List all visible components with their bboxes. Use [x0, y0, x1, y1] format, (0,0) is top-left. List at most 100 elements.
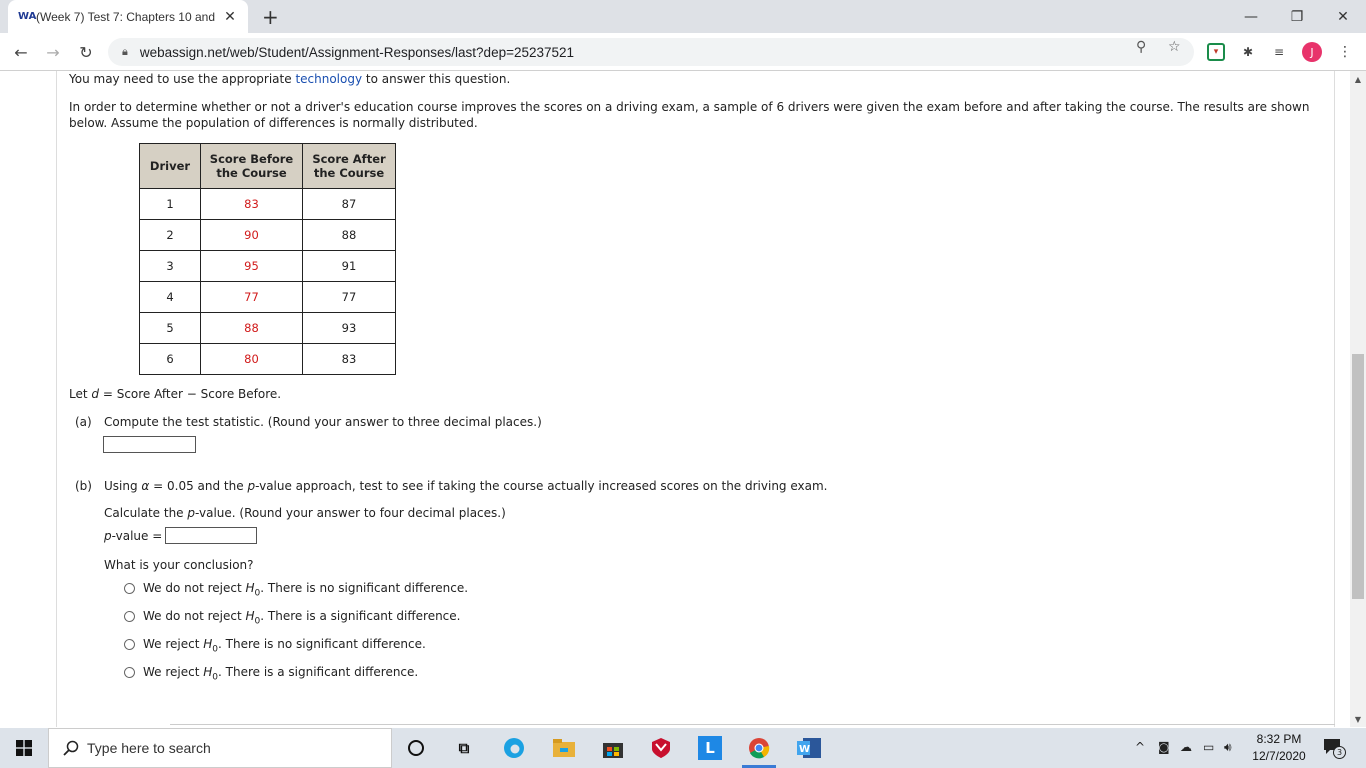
clock-time: 8:32 PM — [1256, 732, 1302, 746]
word-icon[interactable]: W — [796, 736, 822, 760]
after-cell: 87 — [302, 188, 396, 220]
show-hidden-icons-icon[interactable]: ^ — [1135, 740, 1145, 754]
minimize-button[interactable]: — — [1228, 0, 1274, 33]
before-cell: 95 — [200, 250, 303, 282]
conclusion-radio-1[interactable] — [124, 583, 135, 594]
header-score-after: Score After the Course — [302, 143, 396, 189]
conclusion-option-2[interactable]: We do not reject H0. There is a signific… — [143, 609, 460, 626]
notification-count-badge: 3 — [1333, 746, 1346, 759]
back-button[interactable]: ← — [10, 41, 32, 63]
option-text: . There is a significant difference. — [260, 609, 461, 623]
chrome-icon[interactable] — [746, 736, 772, 760]
browser-tab[interactable]: WA (Week 7) Test 7: Chapters 10 and ✕ — [8, 0, 248, 33]
task-view-icon[interactable]: ⧉ — [451, 736, 477, 760]
extension-shield-icon[interactable]: ▾ — [1207, 43, 1225, 61]
edge-browser-icon[interactable] — [501, 736, 527, 760]
battery-icon[interactable]: ▭ — [1203, 740, 1214, 754]
pvalue-label: p-value = — [104, 529, 162, 543]
part-b-text: -value approach, test to see if taking t… — [255, 479, 828, 493]
test-statistic-input[interactable] — [103, 436, 196, 453]
calc-text: Calculate the — [104, 506, 188, 520]
file-explorer-icon[interactable] — [551, 736, 577, 760]
h-symbol: H — [203, 665, 213, 679]
let-suffix: = Score After − Score Before. — [99, 387, 282, 401]
calc-text: -value. (Round your answer to four decim… — [195, 506, 506, 520]
p-symbol: p — [187, 506, 195, 520]
reload-button[interactable]: ↻ — [75, 41, 97, 63]
table-row: 3 95 91 — [139, 250, 396, 282]
before-cell: 83 — [200, 188, 303, 220]
option-text: We do not reject — [143, 581, 246, 595]
conclusion-radio-2[interactable] — [124, 611, 135, 622]
h-symbol: H — [203, 637, 213, 651]
conclusion-option-3[interactable]: We reject H0. There is no significant di… — [143, 637, 426, 654]
section-divider — [170, 724, 1335, 725]
technology-link[interactable]: technology — [295, 72, 362, 86]
option-text: . There is a significant difference. — [218, 665, 419, 679]
close-icon: ✕ — [1337, 8, 1349, 25]
option-text: We reject — [143, 637, 204, 651]
after-cell: 77 — [302, 281, 396, 313]
bookmark-star-icon[interactable]: ☆ — [1168, 39, 1181, 55]
cortana-icon[interactable] — [403, 736, 429, 760]
menu-kebab-icon[interactable]: ⋮ — [1336, 43, 1354, 61]
reading-list-icon[interactable]: ≡ — [1270, 43, 1288, 61]
address-bar[interactable]: 🔒︎ webassign.net/web/Student/Assignment-… — [108, 38, 1194, 66]
conclusion-radio-4[interactable] — [124, 667, 135, 678]
header-driver: Driver — [139, 143, 201, 189]
table-row: 6 80 83 — [139, 343, 396, 375]
forward-button[interactable]: → — [42, 41, 64, 63]
driver-cell: 3 — [139, 250, 201, 282]
driver-cell: 2 — [139, 219, 201, 251]
restore-button[interactable]: ❐ — [1274, 0, 1320, 33]
d-variable: d — [91, 387, 100, 401]
lock-icon: 🔒︎ — [122, 45, 128, 58]
conclusion-radio-3[interactable] — [124, 639, 135, 650]
header-score-before: Score Before the Course — [200, 143, 303, 189]
store-icon[interactable] — [600, 736, 626, 760]
scroll-up-icon[interactable]: ▲ — [1350, 75, 1366, 84]
pvalue-label-text: -value = — [111, 529, 163, 543]
search-icon — [63, 740, 79, 756]
table-row: 1 83 87 — [139, 188, 396, 220]
scrollbar-thumb[interactable] — [1352, 354, 1364, 599]
tab-close-icon[interactable]: ✕ — [222, 9, 238, 25]
scroll-down-icon[interactable]: ▼ — [1350, 715, 1366, 724]
start-button[interactable] — [0, 728, 48, 768]
part-b-text: Using — [104, 479, 142, 493]
minimize-icon: — — [1244, 8, 1258, 25]
onedrive-icon[interactable]: ☁ — [1180, 740, 1192, 754]
let-d-definition: Let d = Score After − Score Before. — [69, 387, 281, 401]
conclusion-option-1[interactable]: We do not reject H0. There is no signifi… — [143, 581, 468, 598]
driver-cell: 4 — [139, 281, 201, 313]
p-symbol: p — [247, 479, 256, 493]
volume-icon[interactable]: 🔊︎ — [1224, 740, 1232, 755]
mcafee-icon[interactable] — [648, 736, 674, 760]
before-cell: 80 — [200, 343, 303, 375]
conclusion-prompt: What is your conclusion? — [104, 558, 254, 572]
pvalue-input[interactable] — [165, 527, 257, 544]
conclusion-option-4[interactable]: We reject H0. There is a significant dif… — [143, 665, 418, 682]
page-content: You may need to use the appropriate tech… — [0, 71, 1350, 727]
lockdown-browser-icon[interactable]: L — [698, 736, 722, 760]
part-a-label: (a) — [75, 415, 92, 429]
intro-text: You may need to use the appropriate — [69, 72, 292, 86]
profile-avatar[interactable]: J — [1302, 42, 1322, 62]
part-b-label: (b) — [75, 479, 92, 493]
taskbar-search[interactable]: Type here to search — [48, 728, 392, 768]
windows-taskbar: Type here to search ⧉ L W ^ ◙ ☁ ▭ 🔊︎ 8:3… — [0, 728, 1366, 768]
notifications-button[interactable]: 3 — [1323, 738, 1346, 759]
zoom-icon[interactable]: ⚲ — [1136, 39, 1146, 55]
after-cell: 83 — [302, 343, 396, 375]
new-tab-button[interactable]: + — [262, 5, 279, 29]
page-scrollbar[interactable]: ▲ ▼ — [1350, 71, 1366, 727]
restore-icon: ❐ — [1290, 8, 1304, 25]
svg-text:W: W — [799, 744, 810, 755]
system-clock[interactable]: 8:32 PM 12/7/2020 — [1248, 731, 1310, 765]
reload-icon: ↻ — [79, 42, 93, 62]
meet-now-icon[interactable]: ◙ — [1158, 740, 1170, 754]
after-cell: 93 — [302, 312, 396, 344]
technology-note: You may need to use the appropriate tech… — [69, 72, 510, 86]
close-window-button[interactable]: ✕ — [1320, 0, 1366, 33]
extensions-puzzle-icon[interactable]: ✱ — [1239, 43, 1257, 61]
